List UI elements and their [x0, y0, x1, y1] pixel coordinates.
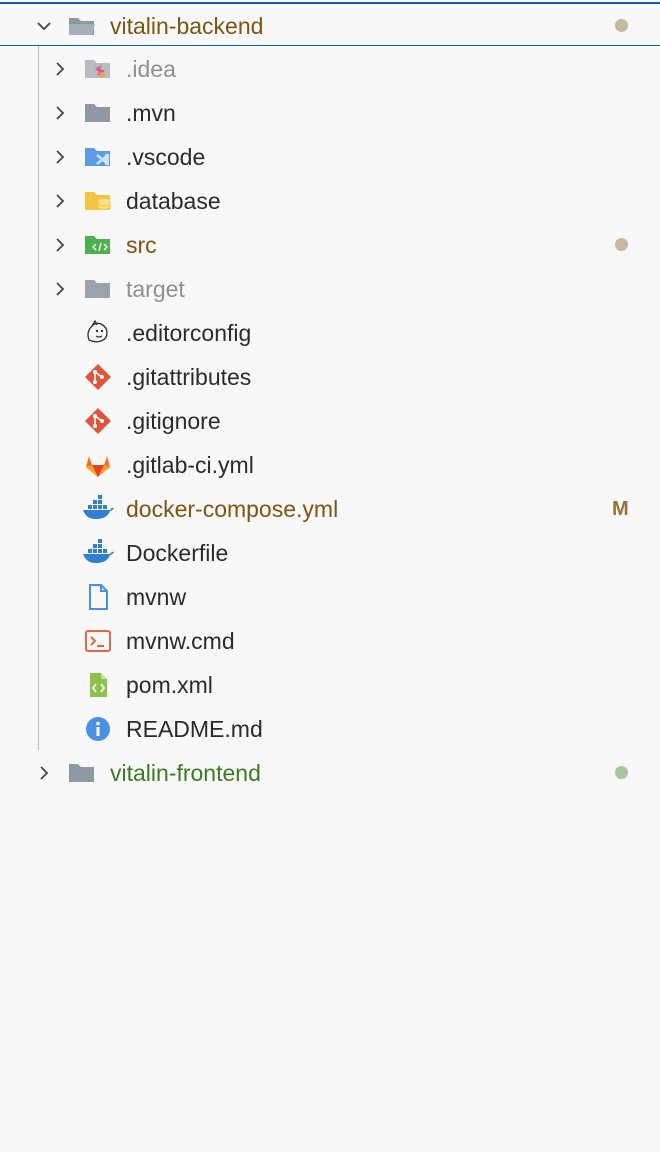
file-editorconfig[interactable]: .editorconfig: [0, 311, 660, 355]
idea-folder-icon: [83, 54, 113, 84]
git-icon: [83, 406, 113, 436]
file-mvnw[interactable]: mvnw: [0, 575, 660, 619]
file-label: Dockerfile: [126, 540, 229, 566]
folder-database[interactable]: database: [0, 179, 660, 223]
git-status-dot: [615, 19, 628, 32]
info-icon: [83, 714, 113, 744]
folder-src[interactable]: src: [0, 223, 660, 267]
docker-icon: [81, 494, 114, 524]
folder-label: target: [126, 276, 185, 302]
docker-icon: [81, 538, 114, 568]
file-dockerfile[interactable]: Dockerfile: [0, 531, 660, 575]
chevron-right-icon[interactable]: [36, 765, 52, 781]
folder-open-icon: [67, 11, 97, 41]
gitlab-icon: [83, 450, 113, 480]
chevron-right-icon[interactable]: [52, 193, 68, 209]
folder-label: vitalin-backend: [110, 13, 264, 39]
folder-label: database: [126, 188, 221, 214]
terminal-icon: [83, 626, 113, 656]
folder-mvn[interactable]: .mvn: [0, 91, 660, 135]
file-gitignore[interactable]: .gitignore: [0, 399, 660, 443]
folder-vitalin-backend[interactable]: vitalin-backend: [0, 2, 660, 46]
xml-icon: [83, 670, 113, 700]
chevron-right-icon[interactable]: [52, 237, 68, 253]
folder-icon: [83, 98, 113, 128]
vscode-folder-icon: [83, 142, 113, 172]
folder-vscode[interactable]: .vscode: [0, 135, 660, 179]
database-folder-icon: [83, 186, 113, 216]
file-explorer-tree: vitalin-backend .idea .mvn .vscode datab…: [0, 0, 660, 1152]
chevron-right-icon[interactable]: [52, 61, 68, 77]
file-label: mvnw.cmd: [126, 628, 235, 654]
file-label: docker-compose.yml: [126, 496, 339, 522]
file-label: .gitignore: [126, 408, 221, 434]
folder-idea[interactable]: .idea: [0, 47, 660, 91]
src-folder-icon: [83, 230, 113, 260]
file-label: .editorconfig: [126, 320, 252, 346]
file-label: README.md: [126, 716, 263, 742]
git-icon: [83, 362, 113, 392]
folder-target[interactable]: target: [0, 267, 660, 311]
git-modified-badge: M: [612, 498, 629, 520]
chevron-right-icon[interactable]: [52, 149, 68, 165]
file-label: mvnw: [126, 584, 187, 610]
chevron-right-icon[interactable]: [52, 105, 68, 121]
file-gitattributes[interactable]: .gitattributes: [0, 355, 660, 399]
chevron-right-icon[interactable]: [52, 281, 68, 297]
file-mvnw-cmd[interactable]: mvnw.cmd: [0, 619, 660, 663]
folder-label: .idea: [126, 56, 176, 82]
folder-label: .mvn: [126, 100, 176, 126]
file-label: .gitattributes: [126, 364, 252, 390]
folder-label: vitalin-frontend: [110, 760, 261, 786]
file-label: pom.xml: [126, 672, 213, 698]
folder-label: .vscode: [126, 144, 206, 170]
folder-vitalin-frontend[interactable]: vitalin-frontend: [0, 751, 660, 795]
file-readme[interactable]: README.md: [0, 707, 660, 751]
file-pom-xml[interactable]: pom.xml: [0, 663, 660, 707]
file-gitlab-ci[interactable]: .gitlab-ci.yml: [0, 443, 660, 487]
chevron-down-icon[interactable]: [36, 18, 52, 34]
folder-label: src: [126, 232, 157, 258]
folder-icon: [83, 274, 113, 304]
git-status-dot: [615, 238, 628, 251]
folder-icon: [67, 758, 97, 788]
file-label: .gitlab-ci.yml: [126, 452, 254, 478]
file-icon: [83, 582, 113, 612]
editorconfig-icon: [83, 318, 113, 348]
file-docker-compose[interactable]: docker-compose.yml M: [0, 487, 660, 531]
git-status-dot: [615, 766, 628, 779]
